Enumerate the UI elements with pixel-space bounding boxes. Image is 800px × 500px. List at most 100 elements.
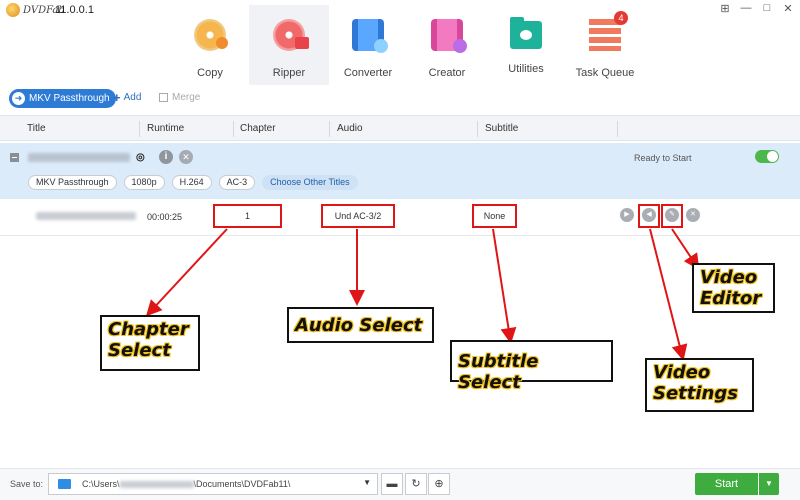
column-subtitle: Subtitle [485,123,519,134]
enable-toggle[interactable] [755,150,779,163]
profile-mode-button[interactable]: ➜ MKV Passthrough [9,89,116,108]
chapter-row[interactable]: 00:00:25 1 Und AC-3/2 None ▶ ◀ ✎ ✕ [0,200,800,236]
utilities-folder-icon [510,17,542,49]
chip-profile[interactable]: MKV Passthrough [28,175,117,190]
tab-label: Ripper [272,67,306,79]
dvdfab-logo-icon [6,3,20,17]
web-globe-button[interactable]: ⊕ [428,473,450,495]
column-divider [477,121,478,137]
column-divider [139,121,140,137]
output-path-text: C:\Users\ \Documents\DVDFab11\ [82,479,290,489]
task-queue-icon: 4 [589,11,628,51]
restore-button[interactable]: □ [761,2,773,15]
subtitle-select-callout: Subtitle Select [450,340,613,393]
module-tabs: Copy Ripper Converter Creator Utilities … [170,5,644,85]
chapter-arrow [145,228,228,317]
title-row[interactable]: ◎ i ✕ Ready to Start MKV Passthrough 108… [0,143,800,199]
merge-button[interactable]: Merge [159,92,200,103]
browse-folder-button[interactable]: ▬ [381,473,403,495]
window-controls: ⊞ — □ ✕ [719,2,794,15]
choose-other-titles-button[interactable]: Choose Other Titles [262,175,358,190]
merge-label: Merge [172,92,201,103]
callout-line: Select [108,340,171,361]
video-settings-icon[interactable]: ◀ [642,208,656,222]
ripper-disc-icon [273,19,309,51]
audio-select-callout: Audio Select [287,307,434,343]
tab-label: Utilities [508,63,544,75]
copy-disc-icon [194,19,228,51]
callout-line: Settings [653,383,738,404]
title-name-redacted [28,153,130,162]
start-options-chevron-icon[interactable]: ▼ [759,473,779,495]
video-settings-callout: Video Settings [645,358,754,412]
chip-audio-codec[interactable]: AC-3 [218,175,256,190]
info-icon[interactable]: i [159,150,173,164]
tab-converter[interactable]: Converter [328,5,408,85]
tab-label: Task Queue [575,67,635,79]
runtime-value: 00:00:25 [147,212,183,222]
callout-line: Editor [700,288,762,309]
add-button[interactable]: + Add [113,89,142,105]
refresh-button[interactable]: ↻ [405,473,427,495]
add-label: Add [123,92,142,103]
remove-chapter-icon[interactable]: ✕ [686,208,700,222]
collapse-toggle-icon[interactable] [10,153,19,162]
path-username-redacted [119,481,194,489]
profile-chips: MKV Passthrough 1080p H.264 AC-3 Choose … [28,175,358,190]
video-editor-icon[interactable]: ✎ [665,208,679,222]
app-version: 11.0.0.1 [55,4,94,16]
tab-label: Converter [343,67,393,79]
pin-icon[interactable]: ⊞ [719,2,731,15]
column-audio: Audio [337,123,363,134]
column-chapter: Chapter [240,123,276,134]
converter-film-icon [352,19,388,53]
column-runtime: Runtime [147,123,185,134]
tab-label: Copy [197,67,223,79]
tab-copy[interactable]: Copy [170,5,250,85]
creator-film-icon [431,19,467,53]
callout-line: Video [653,362,711,383]
column-divider [617,121,618,137]
chapter-name-redacted [36,212,136,220]
callout-line: Chapter [108,319,189,340]
audio-select[interactable]: Und AC-3/2 [321,204,395,228]
toolbar: ➜ MKV Passthrough + Add Merge [0,88,800,110]
chapter-select-callout: Chapter Select [100,315,200,371]
mode-label: MKV Passthrough [29,93,110,104]
save-to-label: Save to: [10,479,44,489]
play-preview-icon[interactable]: ▶ [620,208,634,222]
chip-video-codec[interactable]: H.264 [171,175,212,190]
callout-text: Subtitle Select [458,351,539,393]
subtitle-arrow [492,228,517,344]
video-settings-arrow [649,228,688,361]
tab-utilities[interactable]: Utilities [486,5,566,85]
tab-creator[interactable]: Creator [407,5,487,85]
chip-resolution[interactable]: 1080p [123,175,165,190]
column-header: Title Runtime Chapter Audio Subtitle [0,115,800,141]
subtitle-select[interactable]: None [472,204,517,228]
callout-line: Video [700,267,758,288]
arrow-right-icon: ➜ [12,92,25,105]
minimize-button[interactable]: — [740,2,752,15]
remove-title-icon[interactable]: ✕ [179,150,193,164]
column-divider [233,121,234,137]
path-end: \Documents\DVDFab11\ [193,479,291,489]
tab-label: Creator [428,67,466,79]
tab-task-queue[interactable]: 4 Task Queue [565,5,645,85]
output-path-field[interactable]: C:\Users\ \Documents\DVDFab11\ ▼ [48,473,378,495]
footer-bar: Save to: C:\Users\ \Documents\DVDFab11\ ▼… [0,468,800,500]
merge-icon [159,93,168,102]
callout-text: Audio Select [295,315,423,336]
column-title: Title [27,123,46,134]
start-button[interactable]: Start [695,473,758,495]
path-start: C:\Users\ [82,479,120,489]
chevron-down-icon[interactable]: ▼ [363,478,371,487]
folder-icon [58,479,71,489]
status-text: Ready to Start [634,153,692,163]
chapter-select[interactable]: 1 [213,204,282,228]
tab-ripper[interactable]: Ripper [249,5,329,85]
close-button[interactable]: ✕ [782,2,794,15]
plus-icon: + [113,89,121,105]
column-divider [329,121,330,137]
task-count-badge: 4 [614,11,628,25]
